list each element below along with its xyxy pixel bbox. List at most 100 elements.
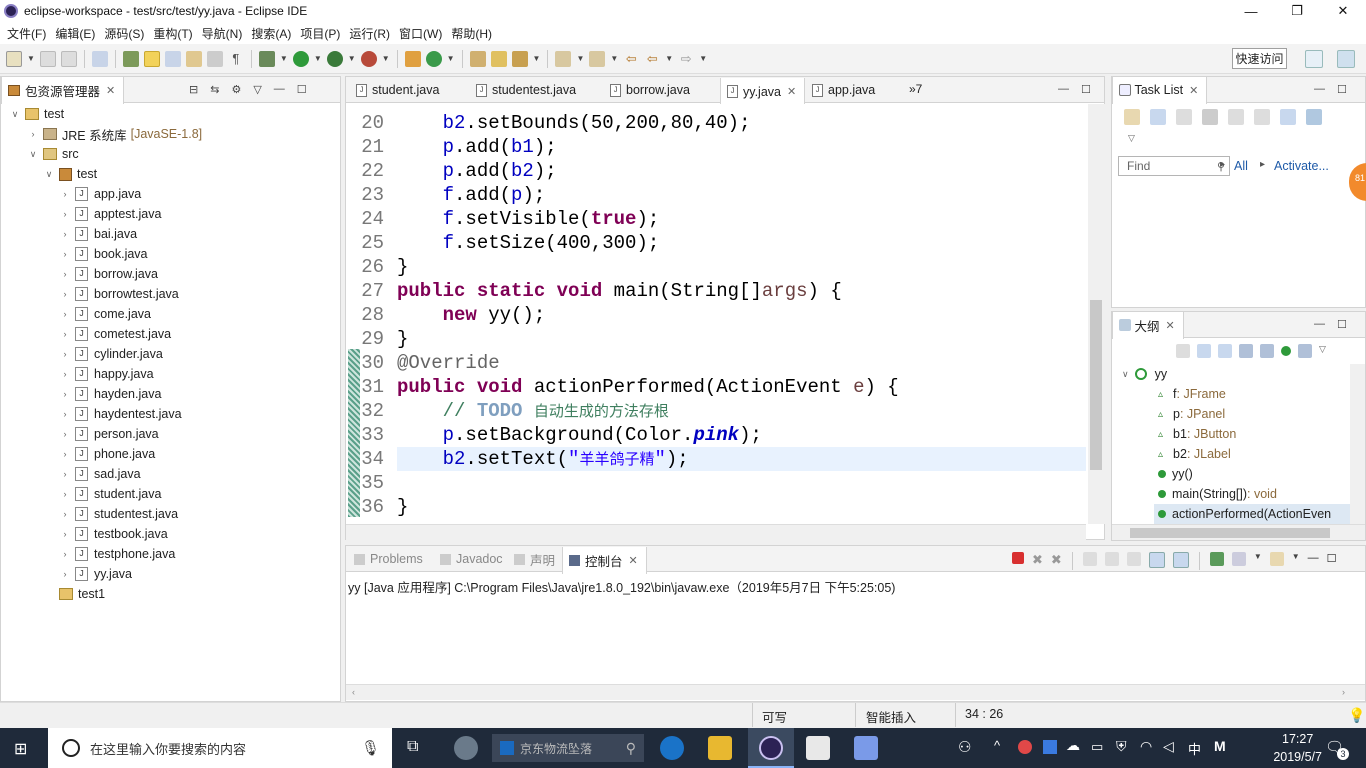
lightbulb-icon[interactable]: 💡 [1348, 707, 1365, 724]
scheduled-icon[interactable] [1176, 109, 1192, 125]
chevron-right-icon[interactable]: › [59, 429, 71, 439]
chevron-right-icon[interactable]: › [59, 209, 71, 219]
chevron-right-icon[interactable]: › [59, 249, 71, 259]
outline-member[interactable]: ▵ b1 : JButton [1158, 424, 1236, 444]
close-icon[interactable]: ✕ [1189, 84, 1198, 97]
show-on-stdout-icon[interactable] [1148, 552, 1165, 568]
open-type-hierarchy-icon[interactable] [469, 50, 486, 67]
word-wrap-icon[interactable] [1126, 552, 1141, 566]
remove-all-icon[interactable]: ✖ [1051, 552, 1062, 570]
editor-tab[interactable]: Jstudent.java [350, 77, 447, 103]
last-edit-icon[interactable]: ⇦ [623, 51, 639, 67]
menu-file[interactable]: 文件(F) [4, 25, 52, 42]
java-perspective-icon[interactable] [1337, 50, 1355, 68]
editor-tab[interactable]: Japp.java [806, 77, 883, 103]
chevron-down-icon[interactable]: ∨ [43, 169, 55, 180]
activate-task-link[interactable]: Activate... [1274, 159, 1329, 173]
wifi-icon[interactable]: ◠ [1140, 738, 1152, 755]
console-output[interactable]: yy [Java 应用程序] C:\Program Files\Java\jre… [346, 574, 1365, 684]
chevron-right-icon[interactable]: › [59, 469, 71, 479]
people-icon[interactable]: ⚇ [958, 738, 971, 756]
tab-overflow[interactable]: »7 [909, 82, 922, 96]
hide-local-types-icon[interactable] [1298, 344, 1312, 358]
java-app-icon[interactable] [806, 736, 830, 760]
collapse-all-icon[interactable] [1197, 344, 1211, 358]
tab-console[interactable]: 控制台 ✕ [562, 547, 647, 574]
outline-tab[interactable]: 大纲 ✕ [1112, 311, 1184, 339]
view-menu-icon[interactable]: ▽ [1128, 133, 1135, 144]
menu-navigate[interactable]: 导航(N) [199, 25, 249, 42]
outline-member[interactable]: ▵ f : JFrame [1158, 384, 1226, 404]
outline-member[interactable]: ▵ p : JPanel [1158, 404, 1225, 424]
minimize-button[interactable]: — [1228, 0, 1274, 22]
new-java-package-icon[interactable] [404, 50, 421, 67]
back-icon[interactable]: ⇦ [644, 51, 660, 67]
tree-file-item[interactable]: › Jstudent.java [59, 484, 161, 504]
app-icon[interactable] [854, 736, 878, 760]
open-type-icon[interactable] [122, 50, 139, 67]
chevron-right-icon[interactable]: › [59, 229, 71, 239]
menu-help[interactable]: 帮助(H) [448, 25, 498, 42]
minimize-view-icon[interactable]: — [1314, 83, 1325, 96]
maximize-editor-icon[interactable]: ☐ [1081, 83, 1091, 96]
chevron-down-icon[interactable]: ∨ [27, 149, 39, 160]
menu-source[interactable]: 源码(S) [101, 25, 150, 42]
show-on-stderr-icon[interactable] [1172, 552, 1189, 568]
chevron-right-icon[interactable]: › [59, 369, 71, 379]
chevron-right-icon[interactable]: › [59, 529, 71, 539]
chevron-down-icon[interactable]: ∨ [1122, 369, 1129, 380]
maximize-view-icon[interactable]: ☐ [1337, 83, 1347, 96]
chevron-right-icon[interactable]: › [59, 409, 71, 419]
chevron-right-icon[interactable]: › [59, 549, 71, 559]
breadcrumb-icon[interactable] [206, 50, 223, 67]
menu-search[interactable]: 搜索(A) [248, 25, 297, 42]
menu-window[interactable]: 窗口(W) [396, 25, 448, 42]
menu-edit[interactable]: 编辑(E) [52, 25, 101, 42]
maximize-view-icon[interactable]: ☐ [1337, 318, 1347, 331]
outline-member[interactable]: ▵ b2 : JLabel [1158, 444, 1231, 464]
close-icon[interactable]: ✕ [1166, 319, 1175, 332]
tree-package-test[interactable]: ∨ test [43, 164, 97, 184]
hide-static-icon[interactable] [1260, 344, 1274, 358]
windows-start-icon[interactable]: ⊞ [14, 739, 27, 759]
tree-file-item[interactable]: › Jbai.java [59, 224, 137, 244]
quick-access-field[interactable]: 快速访问 [1232, 48, 1287, 69]
chevron-right-icon[interactable]: › [59, 269, 71, 279]
tree-file-item[interactable]: › Japptest.java [59, 204, 161, 224]
hide-completed-icon[interactable] [1228, 109, 1244, 125]
tab-javadoc[interactable]: Javadoc [434, 546, 511, 572]
pilcrow-icon[interactable]: ¶ [228, 51, 244, 67]
minimize-view-icon[interactable]: — [1308, 552, 1319, 570]
editor-vertical-scrollbar[interactable] [1088, 104, 1105, 524]
chevron-right-icon[interactable]: › [59, 489, 71, 499]
cloud-icon[interactable]: ☁ [1066, 737, 1080, 754]
save-icon[interactable] [39, 50, 56, 67]
task-find-input[interactable]: Find ⚲ [1118, 156, 1230, 176]
chevron-right-icon[interactable]: › [59, 389, 71, 399]
tree-file-item[interactable]: › Jhayden.java [59, 384, 161, 404]
skip-breakpoints-icon[interactable] [91, 50, 108, 67]
tree-file-item[interactable]: › Jphone.java [59, 444, 155, 464]
prev-annotation-icon[interactable] [589, 50, 606, 67]
chevron-right-icon[interactable]: › [59, 569, 71, 579]
maximize-view-icon[interactable]: ☐ [297, 83, 307, 96]
new-java-class-icon[interactable] [425, 50, 442, 67]
tree-file-item[interactable]: › Jperson.java [59, 424, 159, 444]
menu-run[interactable]: 运行(R) [346, 25, 396, 42]
task-repo-icon[interactable] [1306, 109, 1322, 125]
tree-project-test[interactable]: ∨ test [9, 104, 64, 124]
package-explorer-tab[interactable]: 包资源管理器 ✕ [1, 76, 125, 104]
edge-icon[interactable] [660, 736, 684, 760]
pin-console-icon[interactable] [1209, 552, 1224, 566]
outline-member[interactable]: yy() [1158, 464, 1193, 484]
terminate-icon[interactable] [1012, 552, 1024, 564]
open-console-icon[interactable] [1269, 552, 1284, 566]
clear-console-icon[interactable] [1082, 552, 1097, 566]
editor-tab[interactable]: Jborrow.java [604, 77, 698, 103]
tab-declaration[interactable]: 声明 [508, 546, 563, 572]
chevron-right-icon[interactable]: › [27, 129, 39, 139]
debug-icon[interactable] [258, 50, 275, 67]
notification-badge[interactable]: 81 [1349, 163, 1366, 201]
restore-button[interactable]: ❐ [1274, 0, 1320, 22]
run-icon[interactable] [292, 50, 309, 67]
